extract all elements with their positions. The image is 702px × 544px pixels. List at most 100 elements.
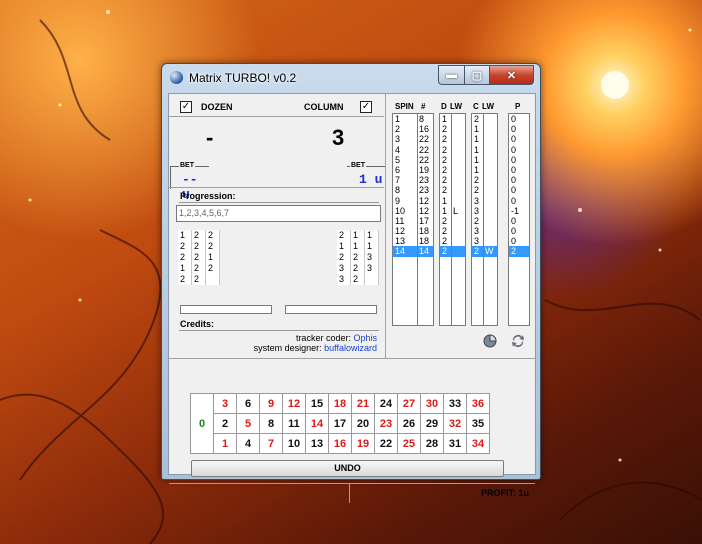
number-5[interactable]: 5 bbox=[236, 413, 260, 434]
number-9[interactable]: 9 bbox=[259, 393, 283, 414]
number-33[interactable]: 33 bbox=[443, 393, 467, 414]
close-button[interactable]: ✕ bbox=[490, 65, 534, 85]
number-6[interactable]: 6 bbox=[236, 393, 260, 414]
list-item[interactable]: 2 bbox=[440, 226, 465, 236]
number-3[interactable]: 3 bbox=[213, 393, 237, 414]
list-item[interactable]: 0 bbox=[509, 124, 529, 134]
number-1[interactable]: 1 bbox=[213, 433, 237, 454]
column-history-list[interactable]: 21111122332332W bbox=[471, 113, 498, 326]
number-17[interactable]: 17 bbox=[328, 413, 352, 434]
list-item[interactable]: 1 bbox=[472, 165, 497, 175]
number-12[interactable]: 12 bbox=[282, 393, 306, 414]
number-35[interactable]: 35 bbox=[466, 413, 490, 434]
number-27[interactable]: 27 bbox=[397, 393, 421, 414]
list-item[interactable]: 11 17 bbox=[393, 216, 433, 226]
list-item[interactable]: 2 bbox=[472, 175, 497, 185]
list-item[interactable]: 1 bbox=[440, 114, 465, 124]
list-item[interactable]: 0 bbox=[509, 175, 529, 185]
list-item[interactable]: 1 bbox=[472, 155, 497, 165]
list-item[interactable]: 0 bbox=[509, 134, 529, 144]
number-32[interactable]: 32 bbox=[443, 413, 467, 434]
list-item[interactable]: 12 18 bbox=[393, 226, 433, 236]
list-item[interactable]: 0 bbox=[509, 216, 529, 226]
list-item[interactable]: 0 bbox=[509, 145, 529, 155]
number-16[interactable]: 16 bbox=[328, 433, 352, 454]
list-item[interactable]: 2 bbox=[440, 236, 465, 246]
number-28[interactable]: 28 bbox=[420, 433, 444, 454]
list-item[interactable]: 2 bbox=[440, 165, 465, 175]
list-item[interactable]: 8 23 bbox=[393, 185, 433, 195]
number-24[interactable]: 24 bbox=[374, 393, 398, 414]
number-20[interactable]: 20 bbox=[351, 413, 375, 434]
minimize-button[interactable]: ▬ bbox=[438, 65, 465, 85]
designer-link[interactable]: buffalowizard bbox=[324, 343, 377, 353]
list-item[interactable]: 0 bbox=[509, 114, 529, 124]
number-0[interactable]: 0 bbox=[190, 393, 214, 454]
number-11[interactable]: 11 bbox=[282, 413, 306, 434]
list-item[interactable]: 1 bbox=[472, 145, 497, 155]
list-item[interactable]: 2 bbox=[440, 185, 465, 195]
list-item[interactable]: 3 bbox=[472, 236, 497, 246]
column-checkbox[interactable]: ✓ bbox=[360, 101, 372, 113]
number-10[interactable]: 10 bbox=[282, 433, 306, 454]
number-30[interactable]: 30 bbox=[420, 393, 444, 414]
list-item[interactable]: 0 bbox=[509, 165, 529, 175]
list-item[interactable]: 1 bbox=[472, 124, 497, 134]
spin-history-list[interactable]: 1 8 2 16 3 22 4 22 5 22 6 19 7 23 8 23 9 12 10 12 11 17 12 18 13… bbox=[392, 113, 434, 326]
undo-button[interactable]: UNDO bbox=[191, 460, 504, 477]
list-item[interactable]: 5 22 bbox=[393, 155, 433, 165]
dozen-checkbox[interactable]: ✓ bbox=[180, 101, 192, 113]
list-item[interactable]: 3 bbox=[472, 196, 497, 206]
number-36[interactable]: 36 bbox=[466, 393, 490, 414]
number-13[interactable]: 13 bbox=[305, 433, 329, 454]
number-19[interactable]: 19 bbox=[351, 433, 375, 454]
number-2[interactable]: 2 bbox=[213, 413, 237, 434]
maximize-button[interactable]: ▢ bbox=[465, 65, 490, 85]
list-item[interactable]: 0 bbox=[509, 185, 529, 195]
list-item[interactable]: 2 bbox=[440, 134, 465, 144]
progression-input[interactable]: 1,2,3,4,5,6,7 bbox=[176, 205, 381, 222]
list-item[interactable]: 2 bbox=[440, 155, 465, 165]
number-4[interactable]: 4 bbox=[236, 433, 260, 454]
list-item[interactable]: 14 14 bbox=[393, 246, 433, 257]
list-item[interactable]: 2 bbox=[440, 216, 465, 226]
list-item[interactable]: 7 23 bbox=[393, 175, 433, 185]
list-item[interactable]: 13 18 bbox=[393, 236, 433, 246]
list-item[interactable]: 2 bbox=[472, 185, 497, 195]
list-item[interactable]: 2 bbox=[440, 145, 465, 155]
list-item[interactable]: 0 bbox=[509, 196, 529, 206]
list-item[interactable]: 3 22 bbox=[393, 134, 433, 144]
dozen-history-list[interactable]: 1222222211L2222 bbox=[439, 113, 466, 326]
list-item[interactable]: 3 bbox=[472, 206, 497, 216]
list-item[interactable]: 2 16 bbox=[393, 124, 433, 134]
number-25[interactable]: 25 bbox=[397, 433, 421, 454]
number-34[interactable]: 34 bbox=[466, 433, 490, 454]
list-item[interactable]: 9 12 bbox=[393, 196, 433, 206]
list-item[interactable]: 2W bbox=[472, 246, 497, 257]
list-item[interactable]: 1L bbox=[440, 206, 465, 216]
tracker-link[interactable]: Ophis bbox=[353, 333, 377, 343]
list-item[interactable]: 2 bbox=[440, 124, 465, 134]
list-item[interactable]: 0 bbox=[509, 236, 529, 246]
list-item[interactable]: 2 bbox=[440, 175, 465, 185]
list-item[interactable]: 18 bbox=[393, 114, 433, 124]
number-29[interactable]: 29 bbox=[420, 413, 444, 434]
list-item[interactable]: 6 19 bbox=[393, 165, 433, 175]
refresh-icon[interactable] bbox=[510, 333, 526, 349]
list-item[interactable]: 0 bbox=[509, 226, 529, 236]
list-item[interactable]: -1 bbox=[509, 206, 529, 216]
number-22[interactable]: 22 bbox=[374, 433, 398, 454]
profit-history-list[interactable]: 0 0 0 0 0 0 0 0 0 -1 0 0 0 2 bbox=[508, 113, 530, 326]
list-item[interactable]: 4 22 bbox=[393, 145, 433, 155]
number-18[interactable]: 18 bbox=[328, 393, 352, 414]
list-item[interactable]: 1 bbox=[440, 196, 465, 206]
number-31[interactable]: 31 bbox=[443, 433, 467, 454]
pie-chart-icon[interactable] bbox=[482, 333, 498, 349]
list-item[interactable]: 2 bbox=[440, 246, 465, 257]
list-item[interactable]: 2 bbox=[509, 246, 529, 257]
number-8[interactable]: 8 bbox=[259, 413, 283, 434]
number-23[interactable]: 23 bbox=[374, 413, 398, 434]
list-item[interactable]: 1 bbox=[472, 134, 497, 144]
number-14[interactable]: 14 bbox=[305, 413, 329, 434]
number-7[interactable]: 7 bbox=[259, 433, 283, 454]
